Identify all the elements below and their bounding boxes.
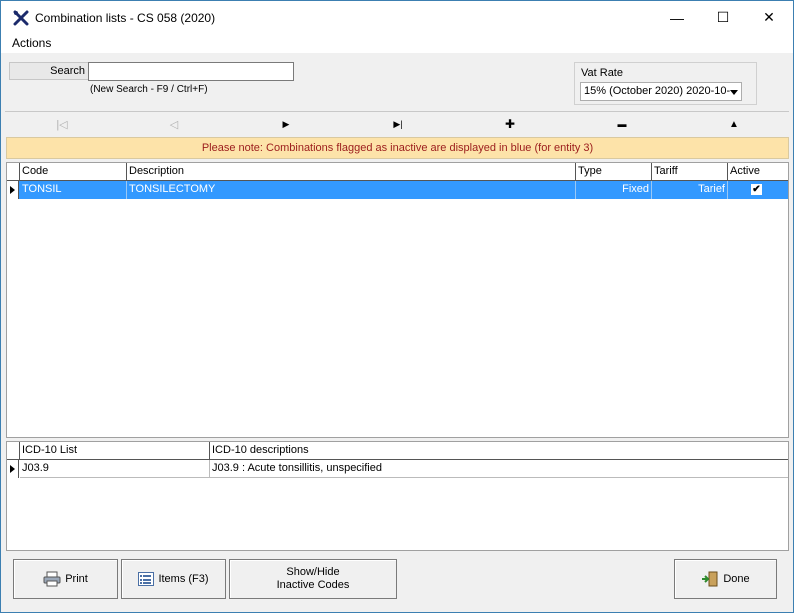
delete-record-button[interactable]: ▬	[607, 116, 637, 132]
last-icon: ▶|	[393, 118, 403, 129]
column-header-code[interactable]: Code	[20, 163, 127, 181]
column-header-icd10-descriptions[interactable]: ICD-10 descriptions	[210, 442, 788, 460]
cell-code[interactable]: TONSIL	[20, 181, 127, 199]
table-row[interactable]: TONSIL TONSILECTOMY Fixed Tarief ✔	[7, 181, 788, 199]
cell-type[interactable]: Fixed	[576, 181, 652, 199]
list-icon	[138, 572, 155, 586]
first-record-button[interactable]: |◁	[47, 116, 77, 132]
maximize-icon: ☐	[716, 9, 730, 25]
window-title: Combination lists - CS 058 (2020)	[35, 11, 216, 25]
menu-bar: Actions	[1, 34, 793, 53]
previous-icon: ◁	[169, 118, 179, 131]
cell-tariff[interactable]: Tarief	[652, 181, 728, 199]
maximize-button[interactable]: ☐	[700, 1, 746, 34]
minimize-button[interactable]: —	[654, 1, 700, 34]
combinations-grid[interactable]: Code Description Type Tariff Active TONS…	[6, 162, 789, 438]
title-bar: Combination lists - CS 058 (2020) — ☐ ✕	[1, 1, 793, 34]
icd-table-row[interactable]: J03.9 J03.9 : Acute tonsillitis, unspeci…	[7, 460, 788, 478]
row-indicator	[7, 181, 19, 199]
post-edit-button[interactable]: ▲	[719, 116, 749, 132]
done-button[interactable]: Done	[674, 559, 777, 599]
close-icon: ✕	[763, 9, 775, 25]
vat-rate-label: Vat Rate	[581, 67, 623, 79]
add-record-button[interactable]: ✚	[495, 116, 525, 132]
last-record-button[interactable]: ▶|	[383, 116, 413, 132]
print-label: Print	[65, 572, 88, 585]
grid-header: Code Description Type Tariff Active	[7, 163, 788, 181]
next-icon: ▶	[282, 118, 290, 129]
search-hint: (New Search - F9 / Ctrl+F)	[90, 84, 208, 95]
cell-active[interactable]: ✔	[728, 181, 788, 199]
printer-icon	[43, 571, 61, 587]
icd-header-indicator	[7, 442, 20, 460]
show-hide-label-line1: Show/Hide	[286, 566, 340, 578]
next-record-button[interactable]: ▶	[271, 116, 301, 132]
active-checkbox[interactable]: ✔	[751, 184, 762, 195]
vat-rate-value: 15% (October 2020) 2020-10-	[584, 85, 731, 97]
current-row-icon	[10, 465, 15, 473]
vat-rate-select[interactable]: 15% (October 2020) 2020-10-	[580, 82, 742, 101]
vat-rate-group: Vat Rate 15% (October 2020) 2020-10-	[574, 62, 757, 105]
first-icon: |◁	[56, 118, 68, 131]
icd10-grid[interactable]: ICD-10 List ICD-10 descriptions J03.9 J0…	[6, 441, 789, 551]
show-hide-label-line2: Inactive Codes	[276, 579, 350, 591]
column-header-tariff[interactable]: Tariff	[652, 163, 728, 181]
chevron-down-icon	[730, 90, 738, 95]
items-button[interactable]: Items (F3)	[121, 559, 226, 599]
search-panel: Search (New Search - F9 / Ctrl+F) Vat Ra…	[5, 53, 789, 109]
cell-icd-code[interactable]: J03.9	[20, 460, 210, 478]
column-header-active[interactable]: Active	[728, 163, 788, 181]
inactive-note-banner: Please note: Combinations flagged as ina…	[6, 137, 789, 159]
header-indicator	[7, 163, 20, 181]
minus-icon: ▬	[617, 119, 627, 129]
record-navigator: |◁ ◁ ▶ ▶| ✚ ▬ ▲	[5, 111, 789, 135]
current-row-icon	[10, 186, 15, 194]
done-label: Done	[723, 572, 750, 585]
exit-door-icon	[702, 571, 718, 587]
search-input[interactable]	[88, 62, 294, 81]
minimize-icon: —	[670, 9, 684, 26]
cell-icd-description[interactable]: J03.9 : Acute tonsillitis, unspecified	[210, 460, 788, 478]
combination-lists-window: Combination lists - CS 058 (2020) — ☐ ✕ …	[0, 0, 794, 613]
search-button[interactable]: Search	[9, 62, 89, 80]
column-header-icd10-list[interactable]: ICD-10 List	[20, 442, 210, 460]
show-hide-inactive-button[interactable]: Show/Hide Inactive Codes	[229, 559, 397, 599]
items-label: Items (F3)	[158, 572, 209, 585]
menu-actions[interactable]: Actions	[12, 36, 51, 50]
print-button[interactable]: Print	[13, 559, 118, 599]
up-arrow-icon: ▲	[729, 118, 739, 130]
column-header-type[interactable]: Type	[576, 163, 652, 181]
close-button[interactable]: ✕	[746, 1, 792, 34]
column-header-description[interactable]: Description	[127, 163, 576, 181]
tools-icon	[13, 10, 29, 26]
plus-icon: ✚	[504, 117, 516, 131]
icd-row-indicator	[7, 460, 19, 478]
icd-grid-header: ICD-10 List ICD-10 descriptions	[7, 442, 788, 460]
previous-record-button[interactable]: ◁	[159, 116, 189, 132]
cell-description[interactable]: TONSILECTOMY	[127, 181, 576, 199]
